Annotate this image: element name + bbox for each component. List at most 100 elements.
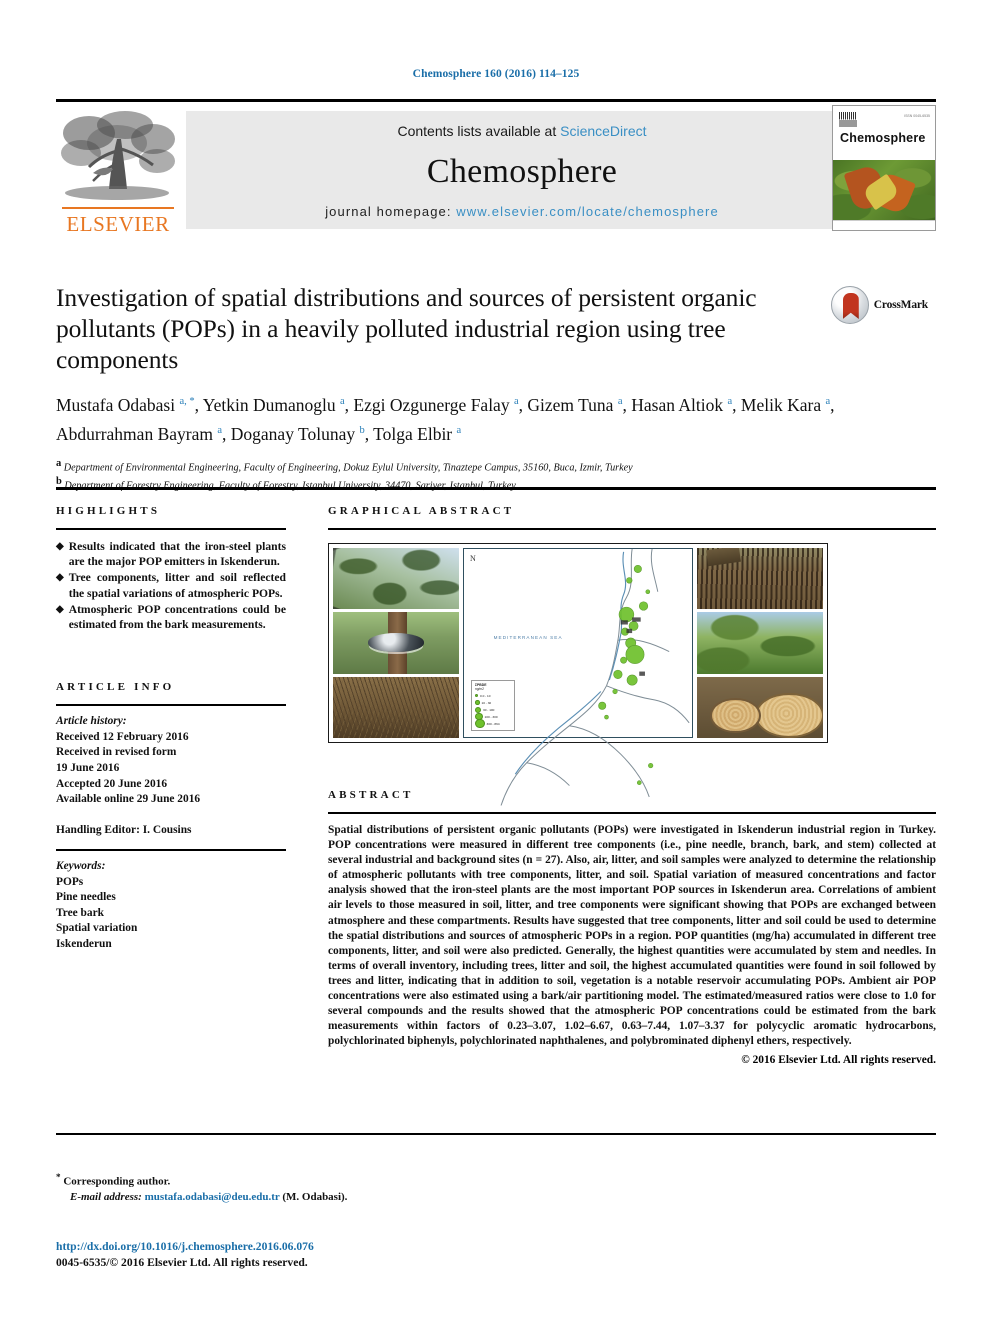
legend-label: 10 - 30 <box>481 700 492 705</box>
author-separator: , <box>364 423 374 444</box>
journal-title: Chemosphere <box>426 152 618 190</box>
article-history-item: 19 June 2016 <box>56 762 120 774</box>
doi-block: http://dx.doi.org/10.1016/j.chemosphere.… <box>56 1240 314 1269</box>
author-affiliation-marker: a <box>456 424 462 436</box>
bullet-icon: ◆ <box>56 541 64 552</box>
right-column: GRAPHICAL ABSTRACT N MEDITERRANEAN SEA Σ… <box>328 505 936 1066</box>
legend-row: 30 - 100 <box>475 706 512 713</box>
author-separator: , <box>622 394 632 415</box>
article-history-item: Received 12 February 2016 <box>56 730 189 743</box>
forest-litter-photo <box>333 676 459 738</box>
keyword-item: POPs <box>56 875 84 888</box>
author-separator: , <box>732 394 741 415</box>
legend-row: 10 - 30 <box>475 699 512 706</box>
highlight-text: Tree components, litter and soil reflect… <box>68 571 286 600</box>
cover-header: ISSN 0045-6535 Chemosphere <box>833 106 935 160</box>
affiliation: a Department of Environmental Engineerin… <box>56 457 633 474</box>
crossmark-label: CrossMark <box>873 299 928 311</box>
legend-row: 0.0 - 10 <box>475 692 512 699</box>
graphical-abstract-figure[interactable]: N MEDITERRANEAN SEA ΣPBDE ng/m2 0.0 - 10… <box>328 543 828 806</box>
cover-footer <box>833 220 935 230</box>
cover-journal-title: Chemosphere <box>840 131 926 145</box>
article-history-item: Accepted 20 June 2016 <box>56 777 168 790</box>
article-history-item: Received in revised form <box>56 746 177 759</box>
journal-article-first-page: Chemosphere 160 (2016) 114–125 ELSEVIER … <box>0 0 992 1323</box>
email-label: E-mail address: <box>70 1191 142 1204</box>
tree-bark-photo <box>697 548 823 610</box>
corresponding-author-note: * Corresponding author. <box>56 1170 616 1190</box>
author-name: Yetkin Dumanoglu a <box>202 394 345 415</box>
contents-available-line: Contents lists available at ScienceDirec… <box>397 123 646 139</box>
legend-label: 30 - 100 <box>483 707 495 712</box>
author-name: Tolga Elbir a <box>373 423 462 444</box>
abstract-text: Spatial distributions of persistent orga… <box>328 824 936 1048</box>
map-legend: ΣPBDE ng/m2 0.0 - 10 10 - 30 30 - 100 100 -… <box>471 680 515 731</box>
author-name: Mustafa Odabasi a, * <box>56 394 195 415</box>
graphical-abstract-left-photos <box>333 548 459 738</box>
journal-cover-thumbnail[interactable]: ISSN 0045-6535 Chemosphere <box>832 105 936 231</box>
keyword-item: Tree bark <box>56 906 104 919</box>
corresponding-label: Corresponding author. <box>63 1175 171 1188</box>
footer-divider-rule <box>56 1133 936 1135</box>
legend-row: 300 - 864 <box>475 718 512 729</box>
issn-copyright-line: 0045-6535/© 2016 Elsevier Ltd. All right… <box>56 1256 308 1269</box>
author-name: Hasan Altiok a <box>631 394 733 415</box>
elsevier-logo[interactable]: ELSEVIER <box>56 107 180 235</box>
highlight-item: ◆ Results indicated that the iron-steel p… <box>56 539 286 569</box>
legend-label: 100 - 300 <box>484 714 498 719</box>
footnotes: * Corresponding author. E-mail address: … <box>56 1170 616 1206</box>
elsevier-logo-rule <box>62 207 174 209</box>
email-note: E-mail address: mustafa.odabasi@deu.edu.… <box>56 1190 616 1206</box>
author-name: Gizem Tuna a <box>527 394 623 415</box>
keyword-item: Iskenderun <box>56 937 112 950</box>
author-name: Ezgi Ozgunerge Falay a <box>353 394 519 415</box>
corresponding-marker: * <box>56 1172 61 1182</box>
legend-dot-icon <box>475 700 480 705</box>
article-info-heading: ARTICLE INFO <box>56 681 175 694</box>
journal-banner: Contents lists available at ScienceDirec… <box>186 111 858 229</box>
elsevier-wordmark: ELSEVIER <box>66 212 170 236</box>
highlight-item: ◆ Atmospheric POP concentrations could be… <box>56 602 286 632</box>
section-divider-rule <box>56 487 936 490</box>
running-head: Chemosphere 160 (2016) 114–125 <box>412 68 580 80</box>
page-title: Investigation of spatial distributions a… <box>56 283 757 374</box>
elsevier-tree-icon <box>61 111 175 200</box>
barcode-icon <box>839 112 857 127</box>
graphical-abstract-rule <box>328 528 936 530</box>
highlights-list: ◆ Results indicated that the iron-steel p… <box>56 539 286 632</box>
masthead-top-rule <box>56 99 936 102</box>
abstract-copyright: © 2016 Elsevier Ltd. All rights reserved… <box>741 1054 936 1067</box>
article-history-label: Article history: <box>56 715 127 728</box>
cover-issn-text: ISSN 0045-6535 <box>904 114 930 118</box>
keyword-item: Spatial variation <box>56 922 138 935</box>
legend-dot-icon <box>475 718 485 729</box>
cover-artwork <box>833 160 935 220</box>
cut-logs-photo <box>697 676 823 738</box>
author-list: Mustafa Odabasi a, *, Yetkin Dumanoglu a… <box>56 389 856 447</box>
crossmark-icon <box>830 286 869 324</box>
doi-link[interactable]: http://dx.doi.org/10.1016/j.chemosphere.… <box>56 1240 314 1253</box>
highlights-rule <box>56 528 286 530</box>
keyword-item: Pine needles <box>56 891 116 904</box>
author-name: Doganay Tolunay b <box>230 423 365 444</box>
author-name: Melik Kara a <box>740 394 831 415</box>
email-link[interactable]: mustafa.odabasi@deu.edu.tr <box>145 1191 280 1203</box>
homepage-prefix: journal homepage: <box>325 204 457 219</box>
highlight-item: ◆ Tree components, litter and soil reflec… <box>56 570 286 600</box>
homepage-url-link[interactable]: www.elsevier.com/locate/chemosphere <box>456 204 719 219</box>
author-name: Abdurrahman Bayram a <box>56 423 223 444</box>
crossmark-badge-group[interactable]: CrossMark <box>830 286 928 324</box>
left-column: HIGHLIGHTS ◆ Results indicated that the i… <box>56 505 286 953</box>
legend-dot-icon <box>475 706 481 713</box>
sampling-sites-map: N MEDITERRANEAN SEA ΣPBDE ng/m2 0.0 - 10… <box>463 548 693 806</box>
graphical-abstract-heading: GRAPHICAL ABSTRACT <box>328 505 515 517</box>
air-sampler-photo <box>333 612 459 674</box>
bullet-icon: ◆ <box>56 603 64 615</box>
masthead: ELSEVIER Contents lists available at Sci… <box>56 105 936 235</box>
author-separator: , <box>194 394 203 415</box>
legend-label: 0.0 - 10 <box>480 693 491 698</box>
legend-rows: 0.0 - 10 10 - 30 30 - 100 100 - 300 300 - 86… <box>475 692 512 729</box>
sciencedirect-link[interactable]: ScienceDirect <box>560 123 646 139</box>
keywords-list: POPs Pine needles Tree bark Spatial variati… <box>56 875 286 953</box>
contents-prefix: Contents lists available at <box>397 123 561 139</box>
